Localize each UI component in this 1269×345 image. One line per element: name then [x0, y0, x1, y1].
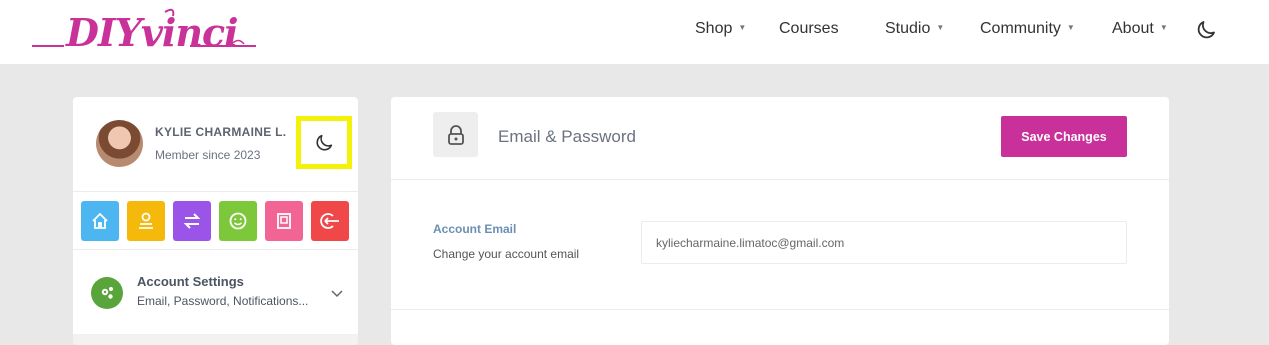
- caret-down-icon: ▼: [1159, 23, 1168, 32]
- caret-down-icon: ▼: [936, 23, 945, 32]
- quick-actions: [81, 201, 349, 241]
- nav-about[interactable]: About ▼: [1112, 20, 1168, 38]
- account-email-label: Account Email: [433, 222, 517, 236]
- smile-button[interactable]: [219, 201, 257, 241]
- sidebar-next-item: [73, 334, 358, 345]
- nav-shop[interactable]: Shop ▼: [695, 20, 746, 38]
- email-password-panel: Email & Password Save Changes Account Em…: [391, 97, 1169, 345]
- caret-down-icon: ▼: [738, 23, 747, 32]
- lock-icon: [433, 112, 478, 157]
- account-settings-menu-item[interactable]: Account Settings Email, Password, Notifi…: [73, 249, 358, 333]
- avatar[interactable]: [96, 120, 143, 167]
- account-settings-subtitle: Email, Password, Notifications...: [137, 294, 309, 308]
- smile-icon: [229, 212, 247, 230]
- divider: [391, 179, 1169, 180]
- top-header: DIYvinci Shop ▼ Courses Studio ▼ Community…: [0, 0, 1269, 64]
- gears-icon: [91, 277, 123, 309]
- home-button[interactable]: [81, 201, 119, 241]
- divider: [73, 191, 358, 192]
- section-title: Email & Password: [498, 127, 636, 146]
- save-changes-button[interactable]: Save Changes: [1001, 116, 1127, 157]
- logo-text: DIYvinci: [66, 10, 239, 55]
- user-name: KYLIE CHARMAINE L.: [155, 125, 287, 139]
- caret-down-icon: ▼: [1066, 23, 1075, 32]
- account-email-help: Change your account email: [433, 247, 580, 261]
- theme-toggle-moon-icon[interactable]: [1194, 18, 1218, 42]
- frame-icon: [277, 213, 291, 229]
- logout-icon: [320, 213, 339, 229]
- dark-mode-toggle-button[interactable]: [296, 116, 352, 169]
- divider: [391, 309, 1169, 310]
- nav-courses[interactable]: Courses: [779, 20, 839, 38]
- user-icon: [139, 212, 153, 229]
- logout-button[interactable]: [311, 201, 349, 241]
- transfer-button[interactable]: [173, 201, 211, 241]
- profile-sidebar: KYLIE CHARMAINE L. Member since 2023 Acc…: [73, 97, 358, 345]
- account-settings-title: Account Settings: [137, 274, 244, 289]
- member-since: Member since 2023: [155, 148, 261, 162]
- swap-icon: [183, 213, 201, 229]
- site-logo[interactable]: DIYvinci: [30, 6, 258, 58]
- nav-community[interactable]: Community ▼: [980, 20, 1075, 38]
- profile-button[interactable]: [127, 201, 165, 241]
- nav-studio[interactable]: Studio ▼: [885, 20, 944, 38]
- email-field[interactable]: [641, 221, 1127, 264]
- chevron-down-icon: [331, 285, 343, 303]
- moon-icon: [316, 134, 333, 151]
- home-icon: [92, 212, 108, 229]
- gallery-button[interactable]: [265, 201, 303, 241]
